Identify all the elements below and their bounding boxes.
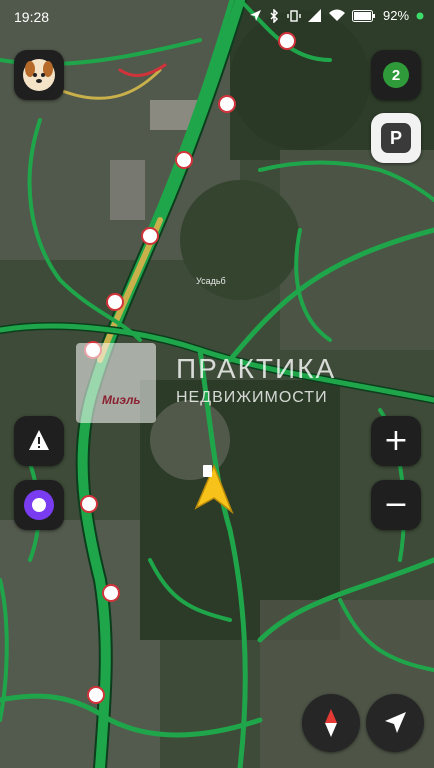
camera-marker[interactable]: [278, 32, 296, 50]
bluetooth-icon: [270, 8, 279, 23]
camera-marker[interactable]: [106, 293, 124, 311]
report-event-button[interactable]: [14, 416, 64, 466]
alice-icon: [24, 490, 54, 520]
layers-button[interactable]: 2: [371, 50, 421, 100]
compass-button[interactable]: [302, 694, 360, 752]
zoom-out-icon: −: [383, 487, 409, 522]
compass-icon: [325, 709, 337, 737]
warning-icon: [29, 430, 49, 450]
battery-level: 92%: [382, 8, 409, 23]
camera-marker[interactable]: [218, 95, 236, 113]
alice-assistant-button[interactable]: [14, 480, 64, 530]
signal-icon: [307, 9, 321, 22]
parking-icon: P: [381, 123, 411, 153]
route-marker[interactable]: [203, 465, 212, 477]
battery-icon: [351, 9, 375, 22]
layers-badge: 2: [391, 66, 401, 84]
navigation-icon: [249, 10, 261, 21]
status-bar: 19:28 92%: [0, 0, 434, 34]
zoom-out-button[interactable]: −: [371, 480, 421, 530]
status-time: 19:28: [14, 9, 50, 25]
wifi-icon: [328, 9, 345, 21]
zoom-in-button[interactable]: +: [371, 416, 421, 466]
my-location-button[interactable]: [366, 694, 424, 752]
dog-avatar-icon: [23, 59, 55, 91]
camera-marker[interactable]: [175, 151, 193, 169]
camera-marker[interactable]: [84, 341, 102, 359]
status-icons: 92%: [249, 8, 424, 23]
camera-marker[interactable]: [141, 227, 159, 245]
zoom-in-icon: +: [383, 423, 409, 458]
map-canvas[interactable]: [0, 0, 434, 768]
location-arrow-icon: [385, 712, 406, 733]
place-label: Усадьб: [196, 276, 226, 286]
battery-value: 92: [382, 8, 398, 23]
notification-dot: [416, 12, 424, 19]
camera-marker[interactable]: [102, 584, 120, 602]
vibrate-icon: [287, 9, 301, 22]
profile-avatar-button[interactable]: [14, 50, 64, 100]
camera-marker[interactable]: [80, 495, 98, 513]
camera-marker[interactable]: [87, 686, 105, 704]
parking-button[interactable]: P: [371, 113, 421, 163]
